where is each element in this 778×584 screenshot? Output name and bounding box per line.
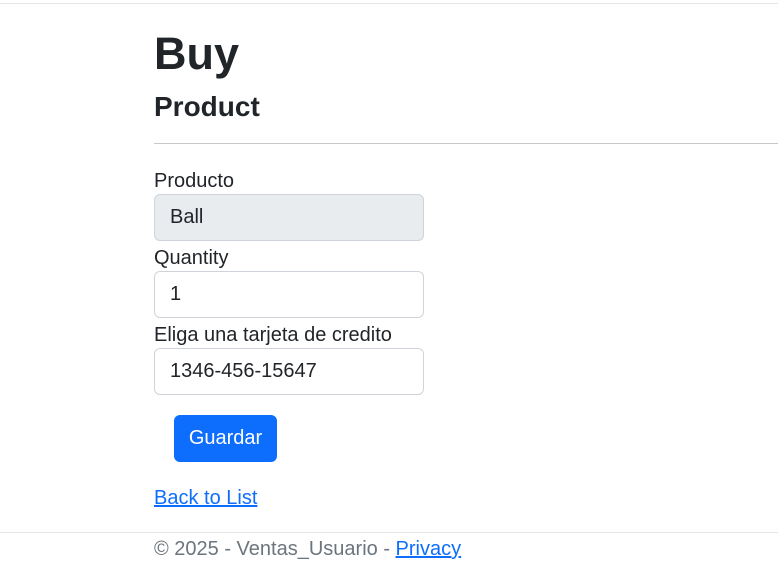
credit-card-label: Eliga una tarjeta de credito [154,324,392,346]
product-label: Producto [154,170,235,192]
quantity-label: Quantity [154,247,229,269]
quantity-field[interactable] [154,271,424,318]
credit-card-field[interactable] [154,348,424,395]
footer: © 2025 - Ventas_Usuario - Privacy [154,537,461,561]
section-divider [154,143,778,144]
product-field[interactable] [154,194,424,241]
footer-copyright: © 2025 - Ventas_Usuario - [154,538,396,560]
page-title: Buy [154,28,240,79]
footer-divider [0,532,778,533]
privacy-link[interactable]: Privacy [396,538,462,560]
section-subtitle: Product [154,91,260,122]
save-button[interactable]: Guardar [174,415,277,462]
back-to-list-link[interactable]: Back to List [154,486,257,510]
header-divider [0,3,778,4]
